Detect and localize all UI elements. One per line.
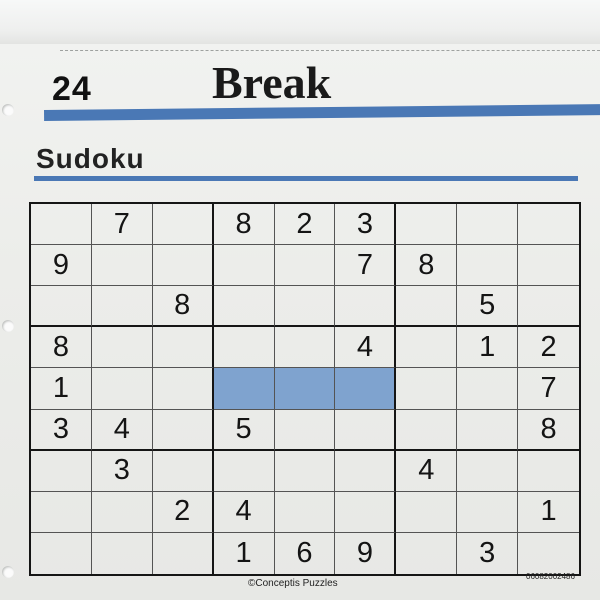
sudoku-cell[interactable]: 9 [335,532,397,574]
sudoku-cell[interactable] [396,491,458,533]
sudoku-cell[interactable] [335,409,397,451]
sudoku-cell[interactable]: 3 [91,450,153,492]
sudoku-cell[interactable] [213,368,275,410]
sudoku-cell[interactable] [152,409,214,451]
sudoku-cell[interactable] [31,286,92,328]
page-top-edge [0,0,600,44]
sudoku-cell[interactable]: 8 [396,245,458,287]
sudoku-cell[interactable] [213,286,275,328]
sudoku-cell[interactable]: 8 [213,204,275,246]
sudoku-cell[interactable] [274,286,336,328]
binder-hole [2,566,14,578]
sudoku-cell[interactable] [518,204,579,246]
sudoku-cell[interactable]: 7 [335,245,397,287]
section-rule [44,104,600,121]
sudoku-cell[interactable]: 2 [152,491,214,533]
sudoku-cell[interactable] [396,409,458,451]
sudoku-cell[interactable] [91,286,153,328]
sudoku-cell[interactable] [335,450,397,492]
sudoku-cell[interactable] [152,204,214,246]
sudoku-cell[interactable] [31,532,92,574]
sudoku-cell[interactable] [396,286,458,328]
section-title: Break [212,57,332,108]
sudoku-cell[interactable]: 5 [213,409,275,451]
sudoku-cell[interactable] [457,245,519,287]
sudoku-cell[interactable] [335,368,397,410]
sudoku-cell[interactable] [396,204,458,246]
sudoku-cell[interactable] [396,368,458,410]
newspaper-page: 24 Break Sudoku 782397885841217345834241… [0,0,600,600]
sudoku-cell[interactable] [274,409,336,451]
sudoku-cell[interactable]: 7 [91,204,153,246]
sudoku-cell[interactable] [274,245,336,287]
sudoku-cell[interactable] [153,532,214,574]
sudoku-cell[interactable] [457,450,519,492]
sudoku-cell[interactable]: 3 [31,409,92,451]
sudoku-cell[interactable]: 4 [335,327,397,369]
sudoku-cell[interactable] [457,409,519,451]
sudoku-cell[interactable] [213,245,275,287]
sudoku-board: 7823978858412173458342411693 [29,202,581,576]
puzzle-title-rule [34,176,578,181]
sudoku-cell[interactable]: 8 [31,327,92,369]
sudoku-cell[interactable] [274,491,336,533]
binder-hole [2,104,14,116]
sudoku-cell[interactable] [213,450,275,492]
sudoku-cell[interactable] [31,204,92,246]
sudoku-cell[interactable]: 6 [275,532,336,574]
sudoku-cell[interactable] [518,533,579,574]
print-code: 06082002486 [526,572,575,581]
sudoku-cell[interactable] [152,450,214,492]
sudoku-cell[interactable]: 1 [31,368,92,410]
sudoku-cell[interactable] [274,327,336,369]
sudoku-cell[interactable] [518,286,579,328]
sudoku-cell[interactable] [396,532,458,574]
sudoku-cell[interactable]: 3 [457,532,519,574]
sudoku-cell[interactable] [457,204,519,246]
copyright-notice: ©Conceptis Puzzles [248,578,338,589]
sudoku-cell[interactable]: 7 [518,368,579,410]
sudoku-cell[interactable] [457,491,519,533]
sudoku-cell[interactable] [31,450,92,492]
sudoku-cell[interactable] [91,245,153,287]
sudoku-cell[interactable] [92,532,153,574]
sudoku-cell[interactable] [91,327,153,369]
page-number: 24 [52,70,92,108]
binder-hole [2,320,14,332]
sudoku-cell[interactable] [152,327,214,369]
sudoku-cell[interactable]: 2 [274,204,336,246]
sudoku-cell[interactable] [152,368,214,410]
sudoku-cell[interactable]: 9 [31,245,92,287]
sudoku-grid: 7823978858412173458342411693 [29,202,581,576]
sudoku-cell[interactable] [396,327,458,369]
sudoku-cell[interactable] [213,327,275,369]
sudoku-cell[interactable]: 8 [152,286,214,328]
sudoku-cell[interactable]: 5 [457,286,519,328]
sudoku-cell[interactable]: 1 [457,327,519,369]
puzzle-title: Sudoku [36,143,145,174]
sudoku-cell[interactable] [335,286,397,328]
sudoku-cell[interactable] [335,491,397,533]
sudoku-cell[interactable] [91,491,153,533]
sudoku-cell[interactable]: 2 [518,327,579,369]
sudoku-cell[interactable] [457,368,519,410]
sudoku-cell[interactable]: 4 [91,409,153,451]
sudoku-cell[interactable]: 4 [396,450,458,492]
sudoku-cell[interactable] [274,450,336,492]
perforation-line [60,50,600,51]
sudoku-cell[interactable]: 3 [335,204,397,246]
sudoku-cell[interactable] [31,491,92,533]
sudoku-cell[interactable] [152,245,214,287]
sudoku-cell[interactable] [91,368,153,410]
sudoku-cell[interactable]: 1 [214,532,275,574]
sudoku-cell[interactable] [274,368,336,410]
sudoku-cell[interactable]: 8 [518,410,579,451]
sudoku-cell[interactable] [518,245,579,287]
sudoku-cell[interactable]: 4 [213,491,275,533]
sudoku-cell[interactable] [518,451,579,492]
sudoku-cell[interactable]: 1 [518,492,579,533]
